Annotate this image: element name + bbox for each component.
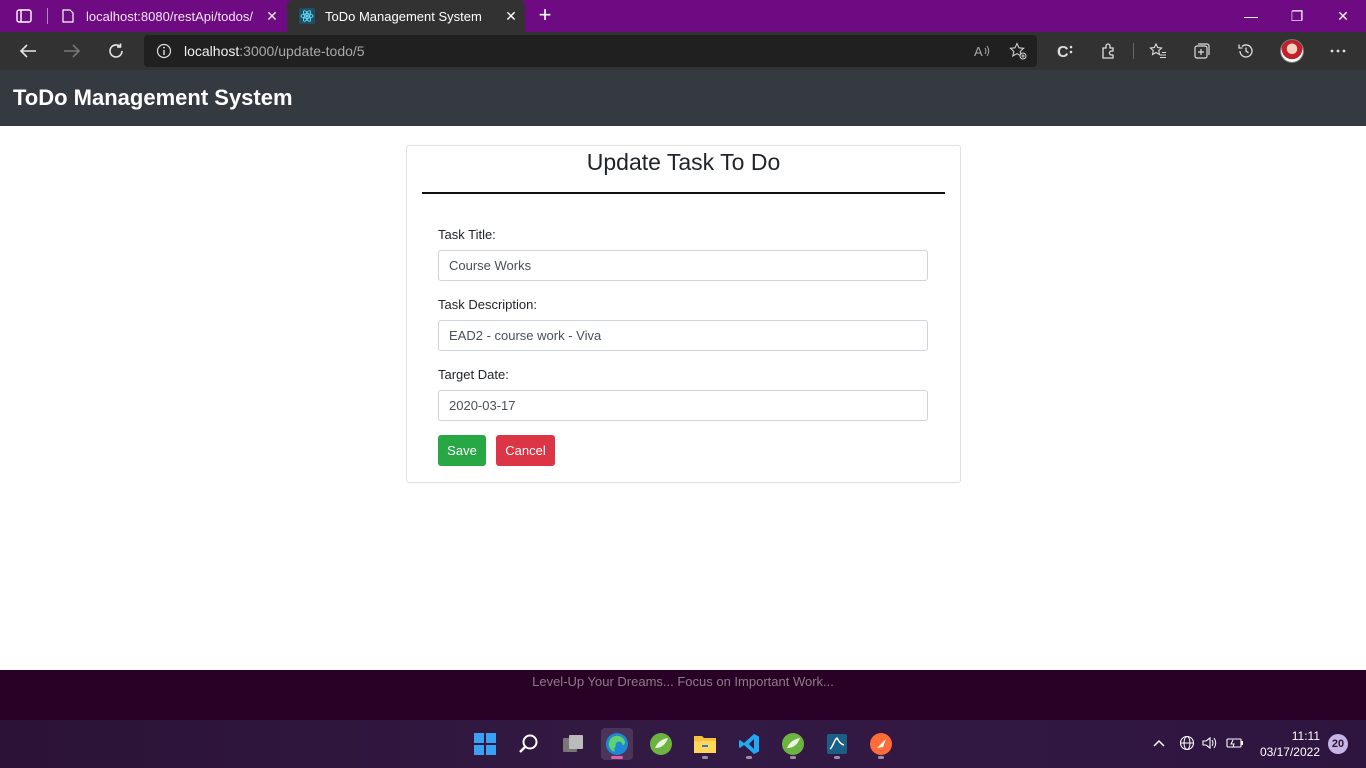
- url-host: localhost: [184, 43, 240, 59]
- target-date-input[interactable]: [438, 390, 928, 421]
- mysql-workbench-icon[interactable]: [821, 728, 853, 760]
- add-favorite-icon[interactable]: [1006, 39, 1030, 63]
- clock-time: 11:11: [1291, 729, 1320, 743]
- restore-icon[interactable]: ❐: [1274, 0, 1320, 32]
- new-tab-icon[interactable]: +: [534, 4, 556, 27]
- spring-icon[interactable]: [645, 728, 677, 760]
- browser-toolbar: localhost:3000/update-todo/5 A C: [0, 32, 1366, 70]
- system-clock[interactable]: 11:11 03/17/2022: [1250, 728, 1320, 760]
- app-footer: Level-Up Your Dreams... Focus on Importa…: [0, 670, 1366, 720]
- tab-close-icon[interactable]: ✕: [258, 8, 286, 25]
- url-path: :3000/update-todo/5: [239, 43, 365, 59]
- more-menu-icon[interactable]: [1326, 39, 1350, 63]
- read-aloud-icon[interactable]: A: [970, 39, 994, 63]
- minimize-icon[interactable]: —: [1228, 0, 1274, 32]
- tab-close-icon[interactable]: ✕: [497, 8, 525, 25]
- forward-icon[interactable]: [60, 39, 84, 63]
- active-app-indicator: [611, 756, 623, 759]
- tab-actions-icon[interactable]: [12, 6, 36, 26]
- site-info-icon[interactable]: [144, 43, 184, 59]
- extension-c-icon[interactable]: C: [1053, 39, 1077, 63]
- notification-badge[interactable]: 20: [1328, 734, 1348, 754]
- app-navbar: ToDo Management System: [0, 70, 1366, 126]
- battery-icon[interactable]: [1226, 734, 1244, 752]
- task-description-input[interactable]: [438, 320, 928, 351]
- tab-rest-api[interactable]: localhost:8080/restApi/todos/ ✕: [48, 0, 286, 32]
- extensions-icon[interactable]: [1097, 39, 1121, 63]
- refresh-icon[interactable]: [104, 39, 128, 63]
- task-title-label: Task Title:: [438, 227, 496, 242]
- target-date-label: Target Date:: [438, 367, 509, 382]
- close-window-icon[interactable]: ✕: [1320, 0, 1366, 32]
- page-icon: [60, 8, 76, 24]
- profile-avatar[interactable]: [1280, 39, 1304, 63]
- heading-divider: [422, 192, 945, 194]
- chevron-up-icon[interactable]: [1150, 734, 1168, 752]
- task-title-input[interactable]: [438, 250, 928, 281]
- edge-icon[interactable]: [601, 728, 633, 760]
- card-heading: Update Task To Do: [586, 149, 781, 175]
- running-app-indicator: [746, 756, 752, 759]
- clock-date: 03/17/2022: [1259, 745, 1320, 759]
- tab-title: localhost:8080/restApi/todos/: [86, 8, 253, 24]
- task-view-icon[interactable]: [557, 728, 589, 760]
- url-text[interactable]: localhost:3000/update-todo/5: [184, 43, 365, 59]
- language-globe-icon[interactable]: [1178, 734, 1196, 752]
- tab-title: ToDo Management System: [325, 8, 482, 24]
- running-app-indicator: [790, 756, 796, 759]
- footer-tagline: Level-Up Your Dreams... Focus on Importa…: [532, 674, 834, 689]
- update-todo-card: Update Task To Do Task Title: Task Descr…: [406, 145, 961, 483]
- volume-icon[interactable]: [1201, 734, 1219, 752]
- collections-icon[interactable]: [1190, 39, 1214, 63]
- spring-tools-icon[interactable]: [777, 728, 809, 760]
- history-icon[interactable]: [1234, 39, 1258, 63]
- cancel-button[interactable]: Cancel: [496, 435, 555, 466]
- vscode-icon[interactable]: [733, 728, 765, 760]
- address-bar[interactable]: localhost:3000/update-todo/5 A: [144, 35, 1037, 67]
- search-icon[interactable]: [513, 728, 545, 760]
- running-app-indicator: [834, 756, 840, 759]
- toolbar-divider: [1133, 43, 1134, 59]
- app-brand-title[interactable]: ToDo Management System: [13, 85, 293, 111]
- task-description-label: Task Description:: [438, 297, 537, 312]
- start-icon[interactable]: [469, 728, 501, 760]
- browser-tab-strip: localhost:8080/restApi/todos/ ✕ ToDo Man…: [0, 0, 1366, 32]
- running-app-indicator: [878, 756, 884, 759]
- save-button[interactable]: Save: [438, 435, 486, 466]
- postman-icon[interactable]: [865, 728, 897, 760]
- file-explorer-icon[interactable]: [689, 728, 721, 760]
- favorites-icon[interactable]: [1146, 39, 1170, 63]
- svg-text:A: A: [974, 44, 983, 59]
- back-icon[interactable]: [16, 39, 40, 63]
- react-icon: [299, 8, 315, 24]
- tab-todo-app[interactable]: ToDo Management System ✕: [287, 0, 525, 32]
- svg-text:C: C: [1057, 44, 1069, 60]
- running-app-indicator: [702, 756, 708, 759]
- windows-taskbar: 11:11 03/17/2022 20: [0, 720, 1366, 768]
